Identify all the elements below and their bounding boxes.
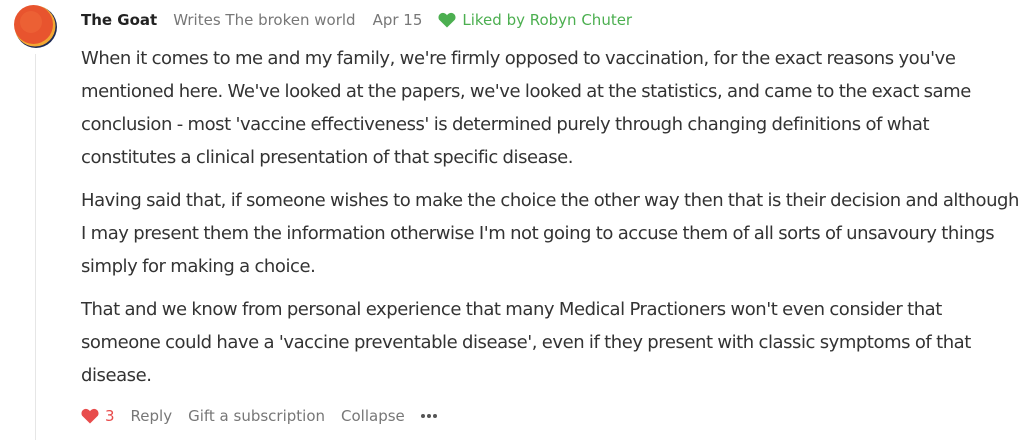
- more-options-icon[interactable]: [420, 414, 439, 418]
- like-button[interactable]: 3: [81, 407, 115, 425]
- comment-paragraph: When it comes to me and my family, we're…: [81, 48, 971, 168]
- author-byline[interactable]: Writes The broken world: [173, 11, 355, 29]
- liked-by-text: Liked by Robyn Chuter: [462, 11, 633, 29]
- ellipsis-dot: [420, 414, 425, 418]
- comment: The Goat Writes The broken world Apr 15 …: [0, 0, 1024, 440]
- comment-paragraph: That and we know from personal experienc…: [81, 299, 971, 386]
- ellipsis-dot: [432, 414, 437, 418]
- collapse-button[interactable]: Collapse: [341, 407, 405, 425]
- reply-button[interactable]: Reply: [131, 407, 173, 425]
- like-count: 3: [105, 407, 115, 425]
- thread-line: [35, 54, 36, 440]
- comment-actions: 3 Reply Gift a subscription Collapse: [81, 403, 439, 429]
- comment-paragraph: Having said that, if someone wishes to m…: [81, 190, 1019, 277]
- comment-date[interactable]: Apr 15: [373, 11, 423, 29]
- comment-header: The Goat Writes The broken world Apr 15 …: [81, 9, 632, 31]
- ellipsis-dot: [426, 414, 431, 418]
- heart-icon: [438, 12, 456, 28]
- avatar[interactable]: [14, 5, 58, 49]
- liked-by-badge: Liked by Robyn Chuter: [438, 11, 632, 29]
- heart-icon: [81, 408, 99, 424]
- comment-body: When it comes to me and my family, we're…: [81, 42, 1021, 402]
- gift-subscription-button[interactable]: Gift a subscription: [188, 407, 325, 425]
- author-name[interactable]: The Goat: [81, 11, 157, 29]
